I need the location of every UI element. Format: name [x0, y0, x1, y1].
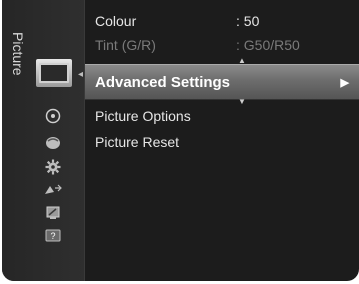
selection-indicator-icon: ◂: [78, 69, 84, 80]
menu-item-value: : 50: [236, 13, 260, 29]
category-picture[interactable]: [36, 59, 72, 87]
submenu-arrow-icon: ▶: [340, 76, 349, 89]
osd-menu-panel: Picture ◂ ? Colour: 50 Tint (G/R): G50…: [2, 0, 359, 281]
menu-item-colour[interactable]: Colour : 50: [85, 9, 359, 33]
menu-item-label: Advanced Settings: [95, 73, 231, 91]
menu-item-label: Colour: [95, 13, 137, 29]
menu-item-label: Tint (G/R): [95, 37, 156, 53]
category-support[interactable]: ?: [38, 227, 68, 245]
category-input[interactable]: [38, 181, 68, 199]
sound-icon: [45, 108, 61, 124]
input-icon: [45, 184, 62, 194]
category-setup[interactable]: [38, 158, 68, 176]
menu-title: Picture: [10, 32, 26, 76]
menu-item-label: Picture Reset: [95, 134, 180, 150]
svg-text:?: ?: [50, 231, 55, 241]
menu-item-value: : G50/R50: [236, 37, 300, 53]
category-application[interactable]: [38, 204, 68, 222]
menu-item-picture-reset[interactable]: Picture Reset: [85, 130, 359, 154]
menu-item-tint[interactable]: Tint (G/R) : G50/R50: [85, 33, 359, 57]
support-icon: ?: [45, 229, 61, 242]
menu-item-picture-options[interactable]: Picture Options: [85, 104, 359, 128]
picture-icon: [39, 63, 69, 83]
channel-icon: [46, 137, 60, 149]
category-channel[interactable]: [38, 134, 68, 152]
category-sound[interactable]: [38, 107, 68, 125]
application-icon: [46, 206, 60, 219]
setup-icon: [45, 159, 61, 175]
menu-item-label: Picture Options: [95, 108, 191, 124]
menu-item-advanced-settings[interactable]: Advanced Settings ▶: [85, 64, 359, 100]
